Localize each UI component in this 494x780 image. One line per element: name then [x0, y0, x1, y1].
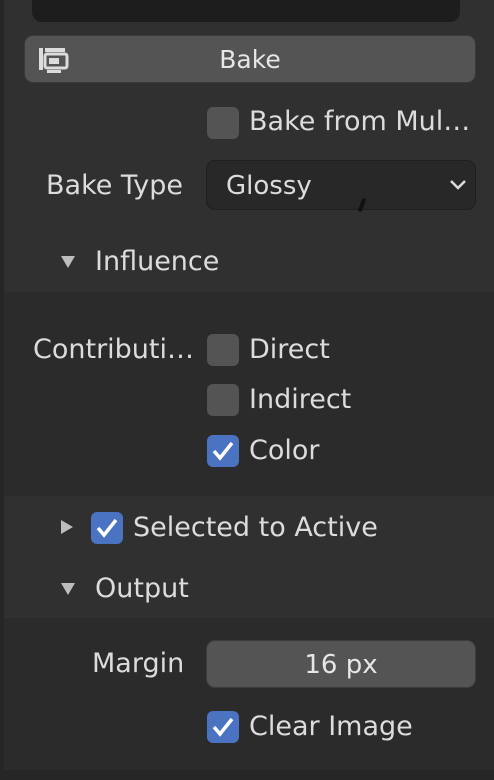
triangle-right-icon[interactable]: [60, 519, 74, 539]
checkmark-icon: [212, 441, 234, 461]
top-field-fragment: [32, 0, 460, 22]
bake-from-multires-label: Bake from Mul…: [249, 106, 471, 137]
selected-to-active-header[interactable]: Selected to Active: [133, 512, 378, 544]
contributions-label: Contributi…: [33, 334, 195, 365]
direct-checkbox[interactable]: [207, 334, 239, 366]
checkmark-icon: [96, 518, 118, 538]
influence-panel-header[interactable]: Influence: [95, 246, 219, 278]
indirect-checkbox[interactable]: [207, 384, 239, 416]
bake-type-label: Bake Type: [46, 170, 183, 201]
bake-type-dropdown[interactable]: Glossy: [206, 160, 476, 210]
triangle-down-icon[interactable]: [60, 581, 76, 600]
triangle-down-icon[interactable]: [60, 254, 76, 273]
margin-label: Margin: [92, 648, 185, 679]
color-checkbox[interactable]: [207, 435, 239, 467]
clear-image-checkbox[interactable]: [207, 711, 239, 743]
selected-to-active-checkbox[interactable]: [91, 512, 123, 544]
clear-image-label: Clear Image: [249, 711, 413, 742]
bake-button-label: Bake: [219, 45, 281, 74]
margin-value: 16 px: [304, 650, 378, 680]
bake-from-multires-checkbox[interactable]: [207, 107, 239, 139]
output-panel-header[interactable]: Output: [95, 573, 189, 605]
chevron-down-icon: [449, 177, 467, 196]
color-label: Color: [249, 435, 320, 466]
margin-field[interactable]: 16 px: [206, 640, 476, 688]
indirect-label: Indirect: [249, 384, 352, 415]
bake-type-value: Glossy: [226, 171, 312, 201]
checkmark-icon: [212, 717, 234, 737]
direct-label: Direct: [249, 334, 330, 365]
bake-button[interactable]: Bake: [24, 35, 476, 83]
bottom-edge: [0, 770, 494, 780]
